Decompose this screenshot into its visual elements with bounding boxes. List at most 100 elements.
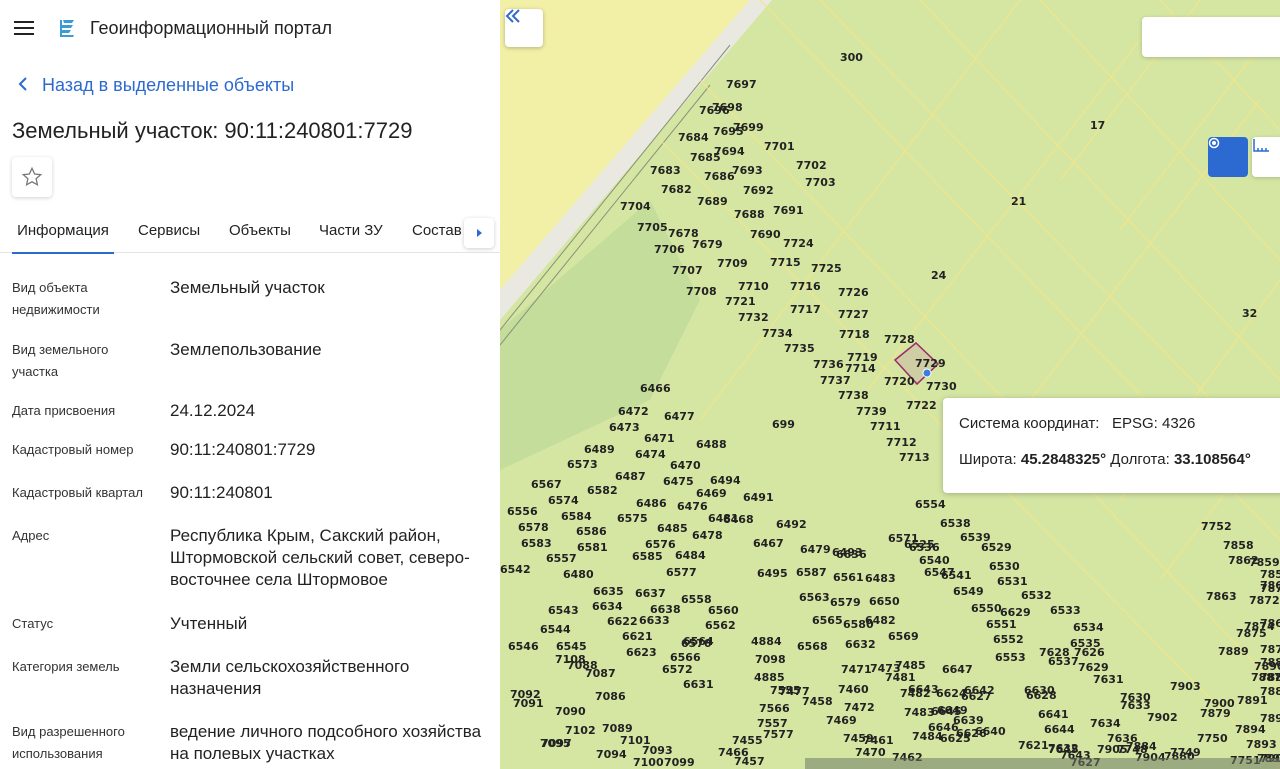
parcel-number-label: 6623 bbox=[626, 646, 657, 659]
target-icon bbox=[1208, 137, 1220, 149]
parcel-number-label: 7472 bbox=[844, 701, 875, 714]
parcel-number-label: 300 bbox=[840, 51, 863, 64]
parcel-number-label: 6561 bbox=[833, 571, 864, 584]
parcel-number-label: 6642 bbox=[964, 684, 995, 697]
parcel-number-label: 7708 bbox=[686, 285, 717, 298]
parcel-number-label: 7737 bbox=[820, 374, 851, 387]
parcel-number-label: 7697 bbox=[726, 78, 757, 91]
parcel-number-label: 21 bbox=[1011, 195, 1026, 208]
parcel-number-label: 6562 bbox=[705, 619, 736, 632]
parcel-number-label: 6567 bbox=[531, 478, 562, 491]
app-header: Геоинформационный портал bbox=[0, 0, 500, 56]
parcel-number-label: 6529 bbox=[981, 541, 1012, 554]
parcel-number-label: 7679 bbox=[692, 238, 723, 251]
parcel-number-label: 7722 bbox=[906, 399, 937, 412]
parcel-number-label: 6477 bbox=[664, 410, 695, 423]
measure-button[interactable] bbox=[1252, 137, 1280, 177]
parcel-number-label: 7717 bbox=[790, 303, 821, 316]
star-icon bbox=[21, 166, 43, 187]
info-value: Учтенный bbox=[170, 614, 248, 633]
parcel-number-label: 6478 bbox=[692, 529, 723, 542]
parcel-number-label: 6628 bbox=[1026, 689, 1057, 702]
parcel-number-label: 7086 bbox=[595, 690, 626, 703]
chevron-left-icon bbox=[18, 75, 28, 96]
parcel-number-label: 7102 bbox=[565, 724, 596, 737]
parcel-number-label: 7702 bbox=[796, 159, 827, 172]
parcel-number-label: 7727 bbox=[838, 308, 869, 321]
parcel-grid bbox=[659, 0, 1280, 769]
map-search-box[interactable] bbox=[1142, 17, 1280, 57]
parcel-number-label: 7626 bbox=[1074, 646, 1105, 659]
parcel-number-label: 7705 bbox=[637, 221, 668, 234]
collapse-panel-button[interactable] bbox=[505, 9, 543, 47]
parcel-number-label: 7852 bbox=[1260, 568, 1280, 581]
back-to-selected-link[interactable]: Назад в выделенные объекты bbox=[0, 72, 500, 98]
parcel-number-label: 6570 bbox=[681, 637, 712, 650]
tab-objects[interactable]: Объекты bbox=[229, 212, 291, 252]
parcel-number-label: 6580 bbox=[843, 618, 874, 631]
parcel-number-label: 7090 bbox=[555, 705, 586, 718]
parcel-number-label: 6585 bbox=[632, 550, 663, 563]
parcel-number-label: 7692 bbox=[743, 184, 774, 197]
locate-button[interactable] bbox=[1208, 137, 1248, 177]
parcel-number-label: 7701 bbox=[764, 140, 795, 153]
coordinates-popup: Система координат: EPSG: 4326 Широта: 45… bbox=[943, 398, 1280, 493]
parcel-number-label: 6577 bbox=[666, 566, 697, 579]
parcel-number-label: 7726 bbox=[838, 286, 869, 299]
parcel-number-label: 7461 bbox=[863, 734, 894, 747]
parcel-number-label: 6546 bbox=[508, 640, 539, 653]
parcel-number-label: 7699 bbox=[733, 121, 764, 134]
parcel-number-label: 7891 bbox=[1237, 694, 1268, 707]
parcel-number-label: 6532 bbox=[1021, 589, 1052, 602]
parcel-number-label: 6474 bbox=[635, 448, 666, 461]
parcel-number-label: 7460 bbox=[838, 683, 869, 696]
map-canvas[interactable]: 76977698769676957699768476857694 77017683… bbox=[500, 0, 1280, 769]
info-key: Кадастровый номер bbox=[12, 442, 134, 457]
latitude-label: Широта: bbox=[959, 451, 1017, 468]
parcel-number-label: 32 bbox=[1242, 307, 1257, 320]
tab-parcel-parts[interactable]: Части ЗУ bbox=[319, 212, 383, 252]
parcel-number-label: 7715 bbox=[770, 256, 801, 269]
tabs-scroll-right-button[interactable] bbox=[464, 218, 494, 248]
parcel-number-label: 6485 bbox=[657, 522, 688, 535]
parcel-number-label: 6635 bbox=[593, 585, 624, 598]
parcel-number-label: 6634 bbox=[592, 600, 623, 613]
parcel-number-label: 6470 bbox=[670, 459, 701, 472]
parcel-number-label: 4885 bbox=[754, 671, 785, 684]
parcel-number-label: 7709 bbox=[717, 257, 748, 270]
parcel-number-label: 7707 bbox=[672, 264, 703, 277]
parcel-number-label: 6556 bbox=[507, 505, 538, 518]
parcel-number-label: 6636 bbox=[836, 548, 867, 561]
parcel-number-label: 6466 bbox=[640, 382, 671, 395]
menu-button[interactable] bbox=[0, 0, 48, 56]
tab-composition[interactable]: Состав bbox=[412, 212, 462, 252]
latitude-value: 45.2848325° bbox=[1020, 451, 1107, 468]
parcel-number-label: 7739 bbox=[856, 405, 887, 418]
parcel-number-label: 6472 bbox=[618, 405, 649, 418]
parcel-number-label: 6471 bbox=[644, 432, 675, 445]
info-value: Республика Крым, Сакский район, Штормовс… bbox=[170, 526, 470, 589]
parcel-number-label: 7905 bbox=[1097, 743, 1128, 756]
info-value: 90:11:240801:7729 bbox=[170, 440, 316, 459]
info-key: Вид разрешенного использования bbox=[12, 724, 125, 761]
parcel-number-label: 7725 bbox=[811, 262, 842, 275]
parcel-number-label: 6545 bbox=[556, 640, 587, 653]
tab-services[interactable]: Сервисы bbox=[138, 212, 200, 252]
parcel-number-label: 6557 bbox=[546, 552, 577, 565]
parcel-number-label: 7728 bbox=[884, 333, 915, 346]
parcel-number-label: 7696 bbox=[699, 104, 730, 117]
parcel-number-label: 24 bbox=[931, 269, 947, 282]
latlon-line: Широта: 45.2848325° Долгота: 33.108564° bbox=[959, 451, 1251, 468]
parcel-number-label: 7875 bbox=[1236, 627, 1267, 640]
parcel-number-label: 7711 bbox=[870, 420, 901, 433]
parcel-number-label: 7690 bbox=[750, 228, 781, 241]
parcel-number-label: 6492 bbox=[776, 518, 807, 531]
crs-line: Система координат: EPSG: 4326 bbox=[959, 415, 1195, 432]
favorite-button[interactable] bbox=[12, 157, 52, 197]
parcel-number-label: 7884 bbox=[1126, 740, 1157, 753]
parcel-number-label: 6640 bbox=[975, 725, 1006, 738]
map-view[interactable]: 7697 7698 7696 7695 7699 7684 7685 7694 7701 7683… bbox=[500, 0, 1280, 769]
parcel-number-label: 6495 bbox=[757, 567, 788, 580]
tab-information[interactable]: Информация bbox=[12, 212, 114, 254]
parcel-number-label: 6581 bbox=[577, 541, 608, 554]
